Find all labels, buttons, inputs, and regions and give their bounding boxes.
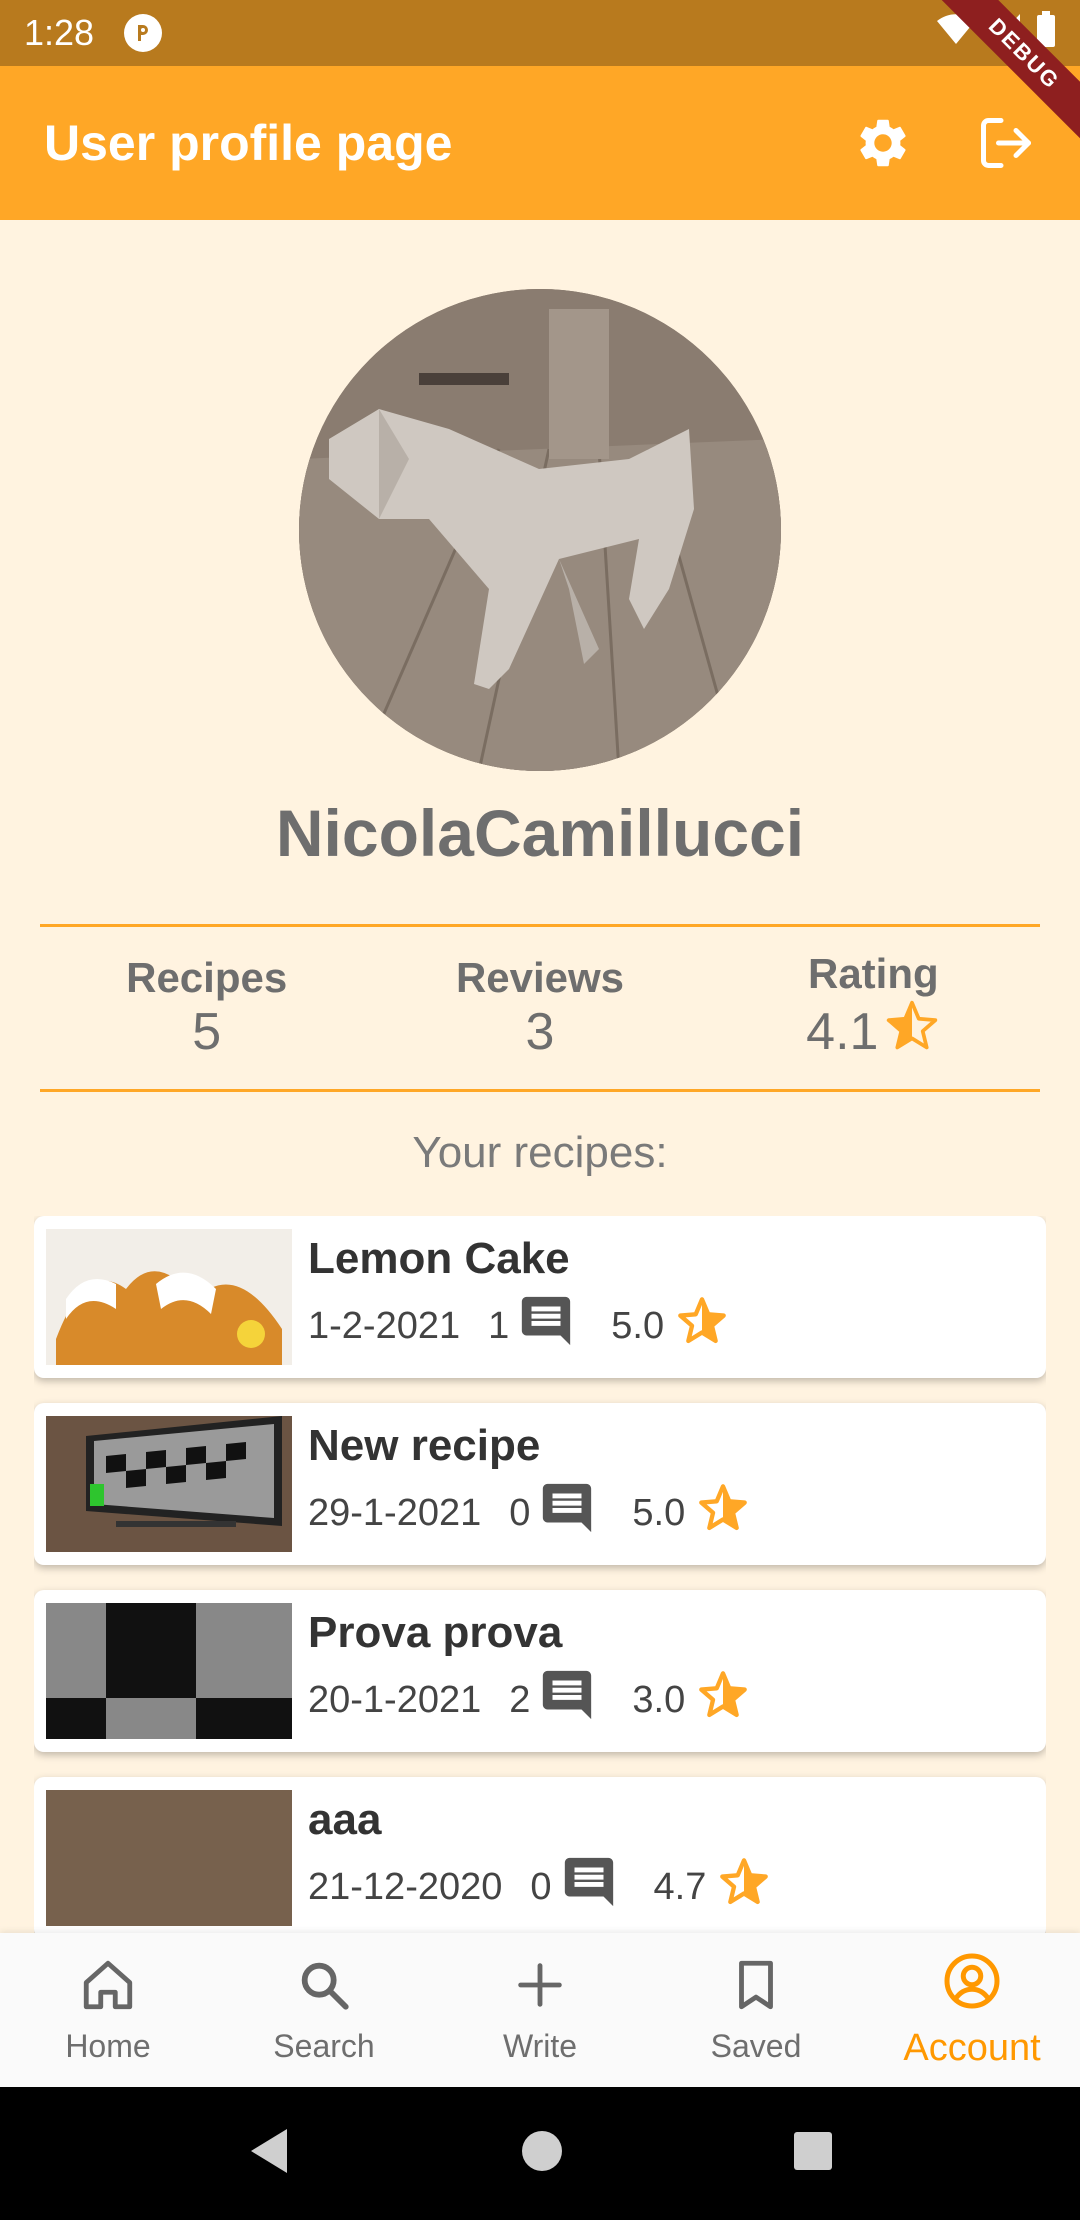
recipe-title: aaa <box>308 1795 382 1844</box>
recipe-thumbnail <box>46 1229 292 1365</box>
recipe-comment-count: 1 <box>488 1304 510 1347</box>
your-recipes-title: Your recipes: <box>412 1128 668 1177</box>
recipe-card[interactable]: Lemon Cake 1-2-2021 1 5.0 <box>34 1216 1046 1378</box>
recipe-title: Lemon Cake <box>308 1234 570 1283</box>
status-time: 1:28 <box>24 12 95 53</box>
recipe-thumbnail <box>46 1416 292 1552</box>
recents-icon[interactable] <box>793 2131 833 2176</box>
nav-search[interactable]: Search <box>216 1933 432 2087</box>
recipe-comment-count: 0 <box>530 1865 552 1908</box>
star-icon <box>697 1482 749 1544</box>
comment-icon <box>538 1666 596 1734</box>
system-navigation-bar <box>0 2087 1080 2220</box>
recipe-title: Prova prova <box>308 1608 563 1657</box>
stat-reviews-label: Reviews <box>455 954 625 1001</box>
nav-search-label: Search <box>273 2027 375 2064</box>
recipe-rating: 3.0 <box>632 1678 686 1721</box>
account-circle-icon <box>942 1951 1002 2021</box>
app-bar: User profile page <box>0 66 1080 220</box>
notification-icon <box>124 14 163 52</box>
recipe-thumbnail <box>46 1790 292 1926</box>
recipe-rating: 5.0 <box>611 1304 665 1347</box>
recipe-card[interactable]: New recipe 29-1-2021 0 5.0 <box>34 1403 1046 1565</box>
bottom-navigation: Home Search Write Saved Account <box>0 1933 1080 2087</box>
nav-home[interactable]: Home <box>0 1933 216 2087</box>
comment-icon <box>560 1853 618 1921</box>
comment-icon <box>517 1292 575 1360</box>
stat-recipes-label: Recipes <box>126 954 288 1001</box>
stat-rating: Rating 4.1 <box>707 927 1040 1089</box>
recipe-date: 20-1-2021 <box>308 1678 482 1721</box>
comment-icon <box>538 1479 596 1547</box>
recipe-rating: 4.7 <box>653 1865 707 1908</box>
back-icon[interactable] <box>247 2127 291 2180</box>
search-icon <box>295 1956 353 2022</box>
recipe-title: New recipe <box>308 1421 541 1470</box>
stat-recipes: Recipes 5 <box>40 927 373 1089</box>
recipe-thumbnail <box>46 1603 292 1739</box>
status-bar: 1:28 <box>0 0 1080 66</box>
recipe-date: 1-2-2021 <box>308 1304 461 1347</box>
nav-saved[interactable]: Saved <box>648 1933 864 2087</box>
star-icon <box>697 1669 749 1731</box>
profile-stats: Recipes 5 Reviews 3 Rating 4.1 <box>40 924 1040 1092</box>
stat-rating-label: Rating <box>807 949 939 997</box>
recipe-card[interactable]: aaa 21-12-2020 0 4.7 <box>34 1777 1046 1933</box>
star-icon <box>676 1295 728 1357</box>
stat-reviews: Reviews 3 <box>373 927 706 1089</box>
profile-avatar[interactable] <box>299 289 781 771</box>
recipes-list[interactable]: Lemon Cake 1-2-2021 1 5.0 New recipe 29-… <box>34 1216 1046 1933</box>
half-star-icon <box>884 998 940 1067</box>
logout-icon[interactable] <box>976 113 1036 173</box>
settings-gear-icon[interactable] <box>854 114 912 172</box>
nav-write-label: Write <box>502 2027 578 2064</box>
home-icon <box>79 1956 137 2022</box>
username: NicolaCamillucci <box>275 796 805 870</box>
nav-saved-label: Saved <box>710 2027 802 2064</box>
nav-home-label: Home <box>65 2027 151 2064</box>
recipe-card[interactable]: Prova prova 20-1-2021 2 3.0 <box>34 1590 1046 1752</box>
plus-icon <box>511 1956 569 2022</box>
home-button-icon[interactable] <box>521 2130 563 2177</box>
star-icon <box>718 1856 770 1918</box>
recipe-date: 29-1-2021 <box>308 1491 482 1534</box>
recipe-comment-count: 2 <box>509 1678 531 1721</box>
stat-recipes-value: 5 <box>192 1003 222 1061</box>
page-title: User profile page <box>44 115 453 171</box>
nav-write[interactable]: Write <box>432 1933 648 2087</box>
stat-reviews-value: 3 <box>525 1003 555 1061</box>
avatar-dog-illustration <box>299 289 781 771</box>
recipe-comment-count: 0 <box>509 1491 531 1534</box>
recipe-rating: 5.0 <box>632 1491 686 1534</box>
bookmark-icon <box>727 1956 785 2022</box>
stat-rating-row: 4.1 <box>806 998 940 1067</box>
stat-rating-value: 4.1 <box>806 1003 879 1061</box>
nav-account[interactable]: Account <box>864 1933 1080 2087</box>
nav-account-label: Account <box>903 2026 1041 2069</box>
recipe-date: 21-12-2020 <box>308 1865 503 1908</box>
